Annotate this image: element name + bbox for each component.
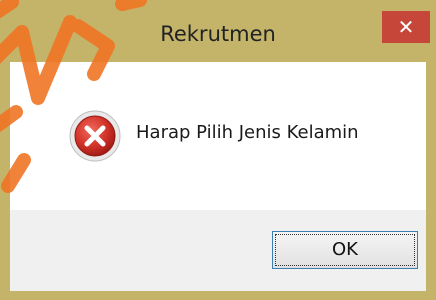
message-dialog-window: Rekrutmen ✕ Harap Pilih Jenis Kelamin OK (0, 0, 436, 300)
error-message: Harap Pilih Jenis Kelamin (136, 122, 359, 143)
dialog-footer: OK (10, 210, 426, 291)
ok-button[interactable]: OK (272, 231, 418, 269)
close-button[interactable]: ✕ (382, 11, 430, 43)
error-icon (69, 110, 121, 162)
dialog-content: Harap Pilih Jenis Kelamin (10, 62, 426, 210)
title-bar[interactable]: Rekrutmen ✕ (0, 0, 436, 62)
window-title: Rekrutmen (160, 22, 276, 46)
close-icon: ✕ (397, 15, 415, 39)
ok-button-label: OK (275, 234, 415, 266)
